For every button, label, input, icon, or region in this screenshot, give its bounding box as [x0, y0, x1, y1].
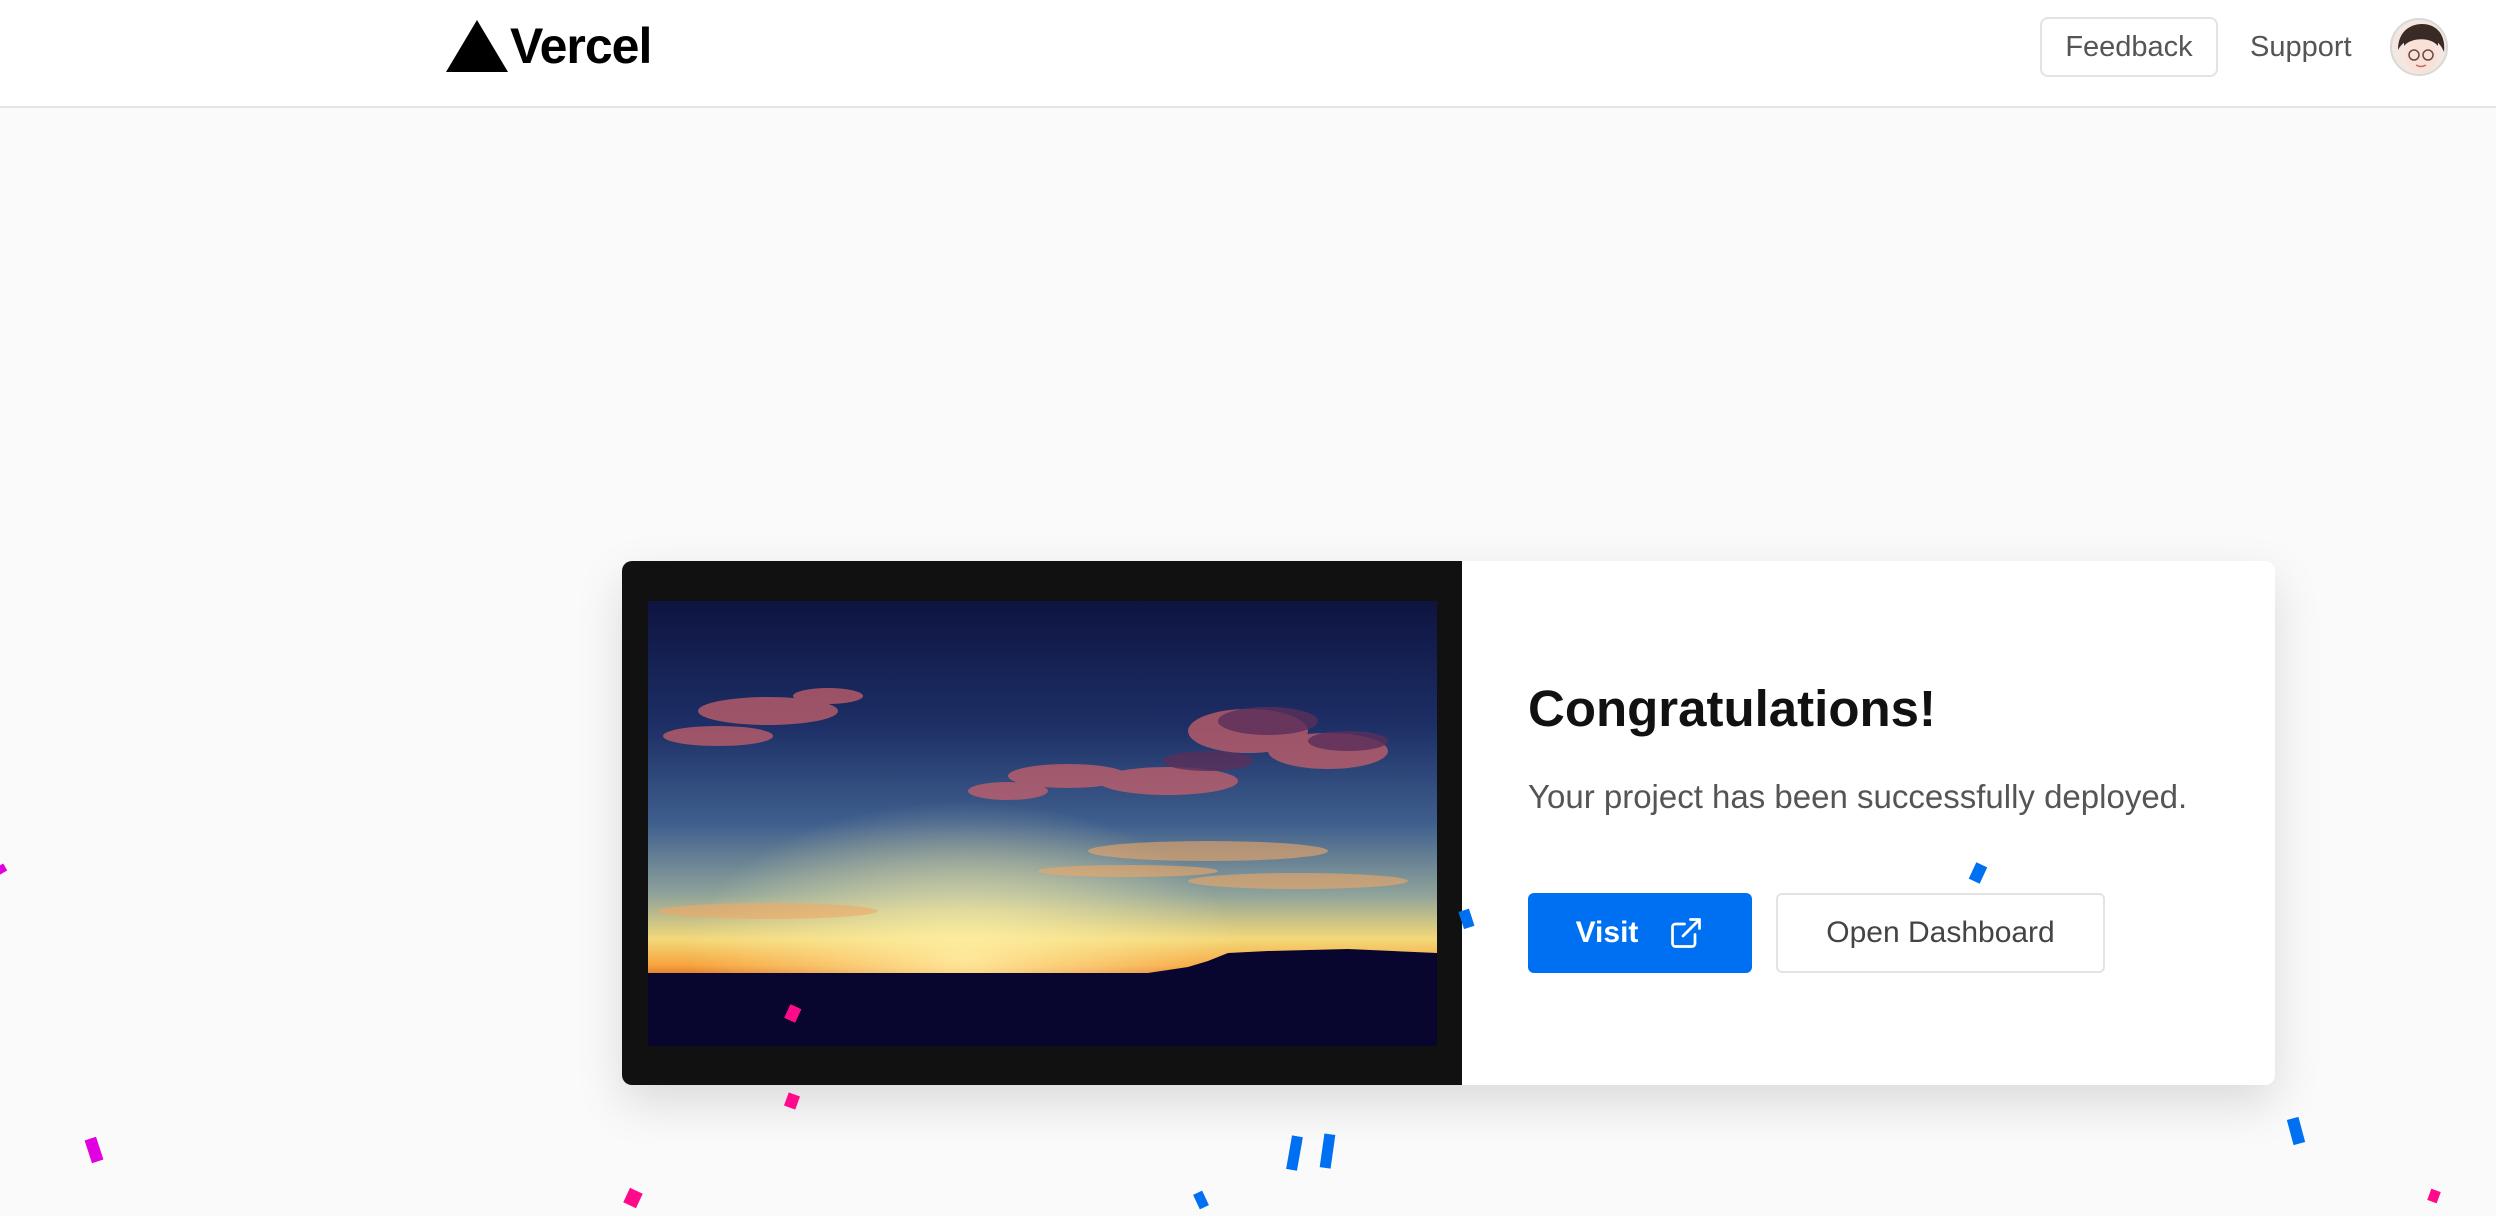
- deployment-preview: [622, 561, 1462, 1085]
- confetti-piece: [0, 863, 8, 876]
- visit-button[interactable]: Visit: [1528, 893, 1752, 973]
- preview-screenshot[interactable]: [648, 601, 1437, 1046]
- confetti-piece: [1193, 1190, 1209, 1210]
- confetti-piece: [623, 1187, 643, 1209]
- confetti-piece: [1319, 1133, 1336, 1169]
- top-navbar: Vercel Feedback Support: [0, 0, 2496, 108]
- confetti-piece: [2427, 1188, 2441, 1204]
- logo-text: Vercel: [510, 18, 652, 74]
- success-content: Congratulations! Your project has been s…: [1462, 561, 2275, 1085]
- visit-label: Visit: [1575, 916, 1639, 949]
- vercel-logo[interactable]: Vercel: [446, 18, 652, 74]
- user-avatar[interactable]: [2390, 18, 2448, 76]
- success-message: Your project has been successfully deplo…: [1528, 778, 2188, 815]
- confetti-piece: [2286, 1116, 2306, 1146]
- support-link[interactable]: Support: [2250, 17, 2352, 77]
- confetti-piece: [1286, 1135, 1303, 1171]
- avatar-icon: [2392, 20, 2446, 74]
- feedback-button[interactable]: Feedback: [2040, 17, 2218, 77]
- external-link-icon: [1671, 918, 1702, 948]
- page-title: Congratulations!: [1528, 680, 1936, 737]
- confetti-piece: [84, 1136, 104, 1164]
- vercel-triangle-icon: [446, 20, 508, 72]
- sunset-image: [648, 601, 1437, 1046]
- open-dashboard-button[interactable]: Open Dashboard: [1776, 893, 2105, 973]
- deployment-success-card: Congratulations! Your project has been s…: [622, 561, 2275, 1085]
- confetti-piece: [783, 1092, 801, 1110]
